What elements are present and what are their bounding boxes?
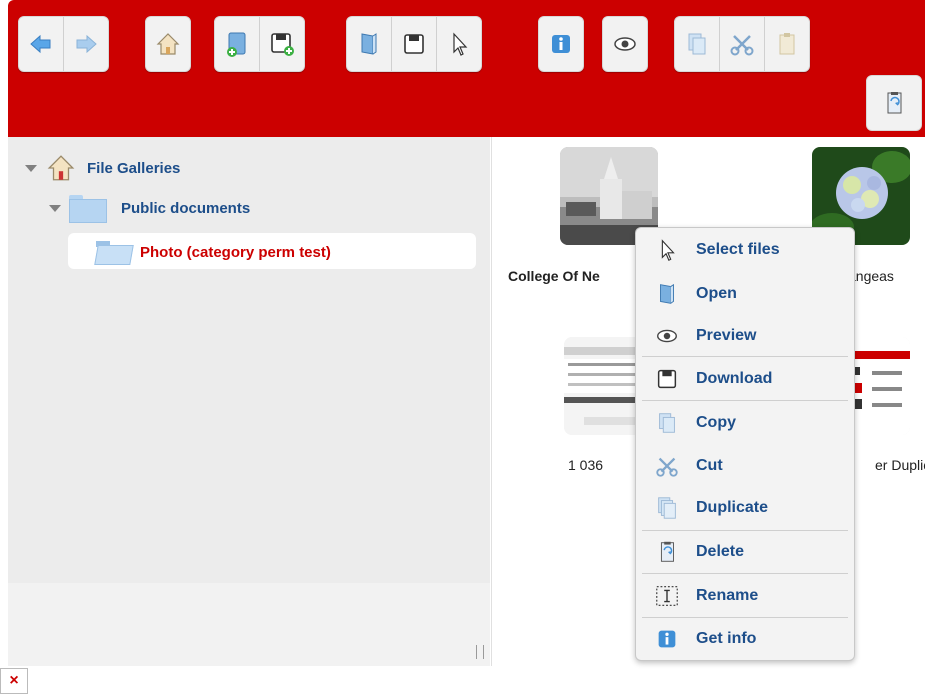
back-icon	[30, 34, 51, 54]
home-group	[145, 16, 191, 72]
menu-item-open[interactable]: Open	[636, 274, 854, 314]
menu-item-duplicate[interactable]: Duplicate	[636, 488, 854, 528]
menu-item-download[interactable]: Download	[636, 359, 854, 399]
save-button[interactable]	[392, 17, 437, 71]
tree-child[interactable]: Public documents	[49, 195, 251, 223]
menu-separator	[642, 573, 848, 574]
view-group	[602, 16, 648, 72]
file-name: College Of Ne	[508, 268, 600, 284]
tree-footer	[8, 583, 490, 666]
menu-item-delete[interactable]: Delete	[636, 532, 854, 572]
save-icon	[404, 34, 424, 54]
copy-icon	[688, 33, 706, 55]
back-button[interactable]	[19, 17, 64, 71]
menu-item-cut[interactable]: Cut	[636, 446, 854, 486]
resize-handle[interactable]	[476, 645, 484, 659]
menu-item-rename[interactable]: Rename	[636, 576, 854, 616]
menu-item-select-files[interactable]: Select files	[636, 230, 854, 270]
open-folder-icon	[94, 239, 134, 265]
menu-item-preview[interactable]: Preview	[636, 316, 854, 356]
info-icon	[652, 624, 682, 654]
cut-button[interactable]	[720, 17, 765, 71]
nav-group	[18, 16, 109, 72]
select-icon	[453, 32, 468, 56]
eye-icon	[652, 321, 682, 351]
menu-separator	[642, 617, 848, 618]
save-add-icon	[271, 33, 294, 56]
menu-separator	[642, 400, 848, 401]
file-name: er Duplic	[875, 457, 925, 473]
info-group	[538, 16, 584, 72]
select-button[interactable]	[437, 17, 481, 71]
home-button[interactable]	[146, 17, 190, 71]
clipboard-group	[674, 16, 810, 72]
tree-root[interactable]: File Galleries	[25, 153, 180, 183]
expand-triangle-icon[interactable]	[25, 164, 37, 172]
edit-group	[346, 16, 482, 72]
delete-icon	[887, 92, 902, 114]
paste-icon	[779, 33, 795, 55]
copy-button[interactable]	[675, 17, 720, 71]
cut-icon	[652, 451, 682, 481]
rename-icon	[652, 581, 682, 611]
open-icon	[361, 33, 377, 55]
context-menu: Select files Open Preview Download Copy …	[635, 227, 855, 661]
menu-separator	[642, 356, 848, 357]
select-icon	[652, 235, 682, 265]
forward-icon	[76, 34, 97, 54]
new-file-icon	[227, 32, 246, 57]
file-group	[214, 16, 305, 72]
toolbar	[8, 0, 925, 137]
home-icon	[156, 33, 180, 55]
tree-root-label: File Galleries	[87, 159, 181, 177]
forward-button[interactable]	[64, 17, 108, 71]
home-icon	[47, 155, 75, 181]
menu-item-copy[interactable]: Copy	[636, 403, 854, 443]
gallery-tree: File Galleries Public documents Photo (c…	[8, 137, 490, 666]
folder-icon	[69, 195, 107, 223]
eye-icon	[614, 37, 636, 51]
menu-separator	[642, 530, 848, 531]
open-icon	[652, 279, 682, 309]
save-add-button[interactable]	[260, 17, 304, 71]
open-button[interactable]	[347, 17, 392, 71]
preview-button[interactable]	[603, 17, 647, 71]
expand-triangle-icon[interactable]	[49, 204, 61, 212]
menu-item-get-info[interactable]: Get info	[636, 619, 854, 659]
save-icon	[652, 364, 682, 394]
duplicate-icon	[652, 493, 682, 523]
tree-selected-row[interactable]: Photo (category perm test)	[68, 233, 476, 269]
cut-icon	[730, 35, 754, 56]
info-icon	[552, 35, 570, 53]
tree-child-label: Public documents	[121, 199, 251, 217]
file-name: 1 036	[568, 457, 604, 473]
info-button[interactable]	[539, 17, 583, 71]
tree-selected-label: Photo (category perm test)	[140, 243, 331, 261]
paste-button[interactable]	[765, 17, 809, 71]
copy-icon	[652, 408, 682, 438]
new-file-button[interactable]	[215, 17, 260, 71]
broken-image-icon: ×	[0, 668, 28, 694]
tree-selected: Photo (category perm test)	[94, 239, 331, 265]
delete-icon	[652, 537, 682, 567]
delete-toolbar-button[interactable]	[866, 75, 922, 131]
